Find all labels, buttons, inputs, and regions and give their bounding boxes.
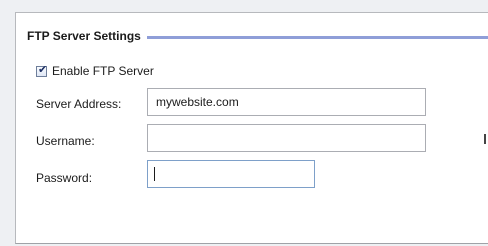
enable-ftp-checkbox[interactable]: ✔ (36, 62, 48, 77)
clipped-element-edge (484, 134, 486, 144)
username-label: Username: (36, 134, 95, 148)
text-caret (154, 167, 155, 181)
section-divider (146, 35, 488, 39)
server-address-input[interactable]: mywebsite.com (147, 88, 426, 116)
server-address-label: Server Address: (36, 97, 122, 111)
section-header: FTP Server Settings (27, 26, 488, 46)
ftp-settings-panel: FTP Server Settings ✔ Enable FTP Server … (15, 12, 488, 244)
username-input[interactable] (147, 124, 426, 152)
section-title: FTP Server Settings (27, 29, 141, 43)
password-input[interactable] (147, 160, 315, 188)
password-label: Password: (36, 171, 93, 185)
enable-ftp-label[interactable]: Enable FTP Server (52, 64, 154, 78)
checkmark-icon: ✔ (38, 62, 48, 76)
enable-ftp-row[interactable]: ✔ Enable FTP Server (36, 64, 154, 78)
